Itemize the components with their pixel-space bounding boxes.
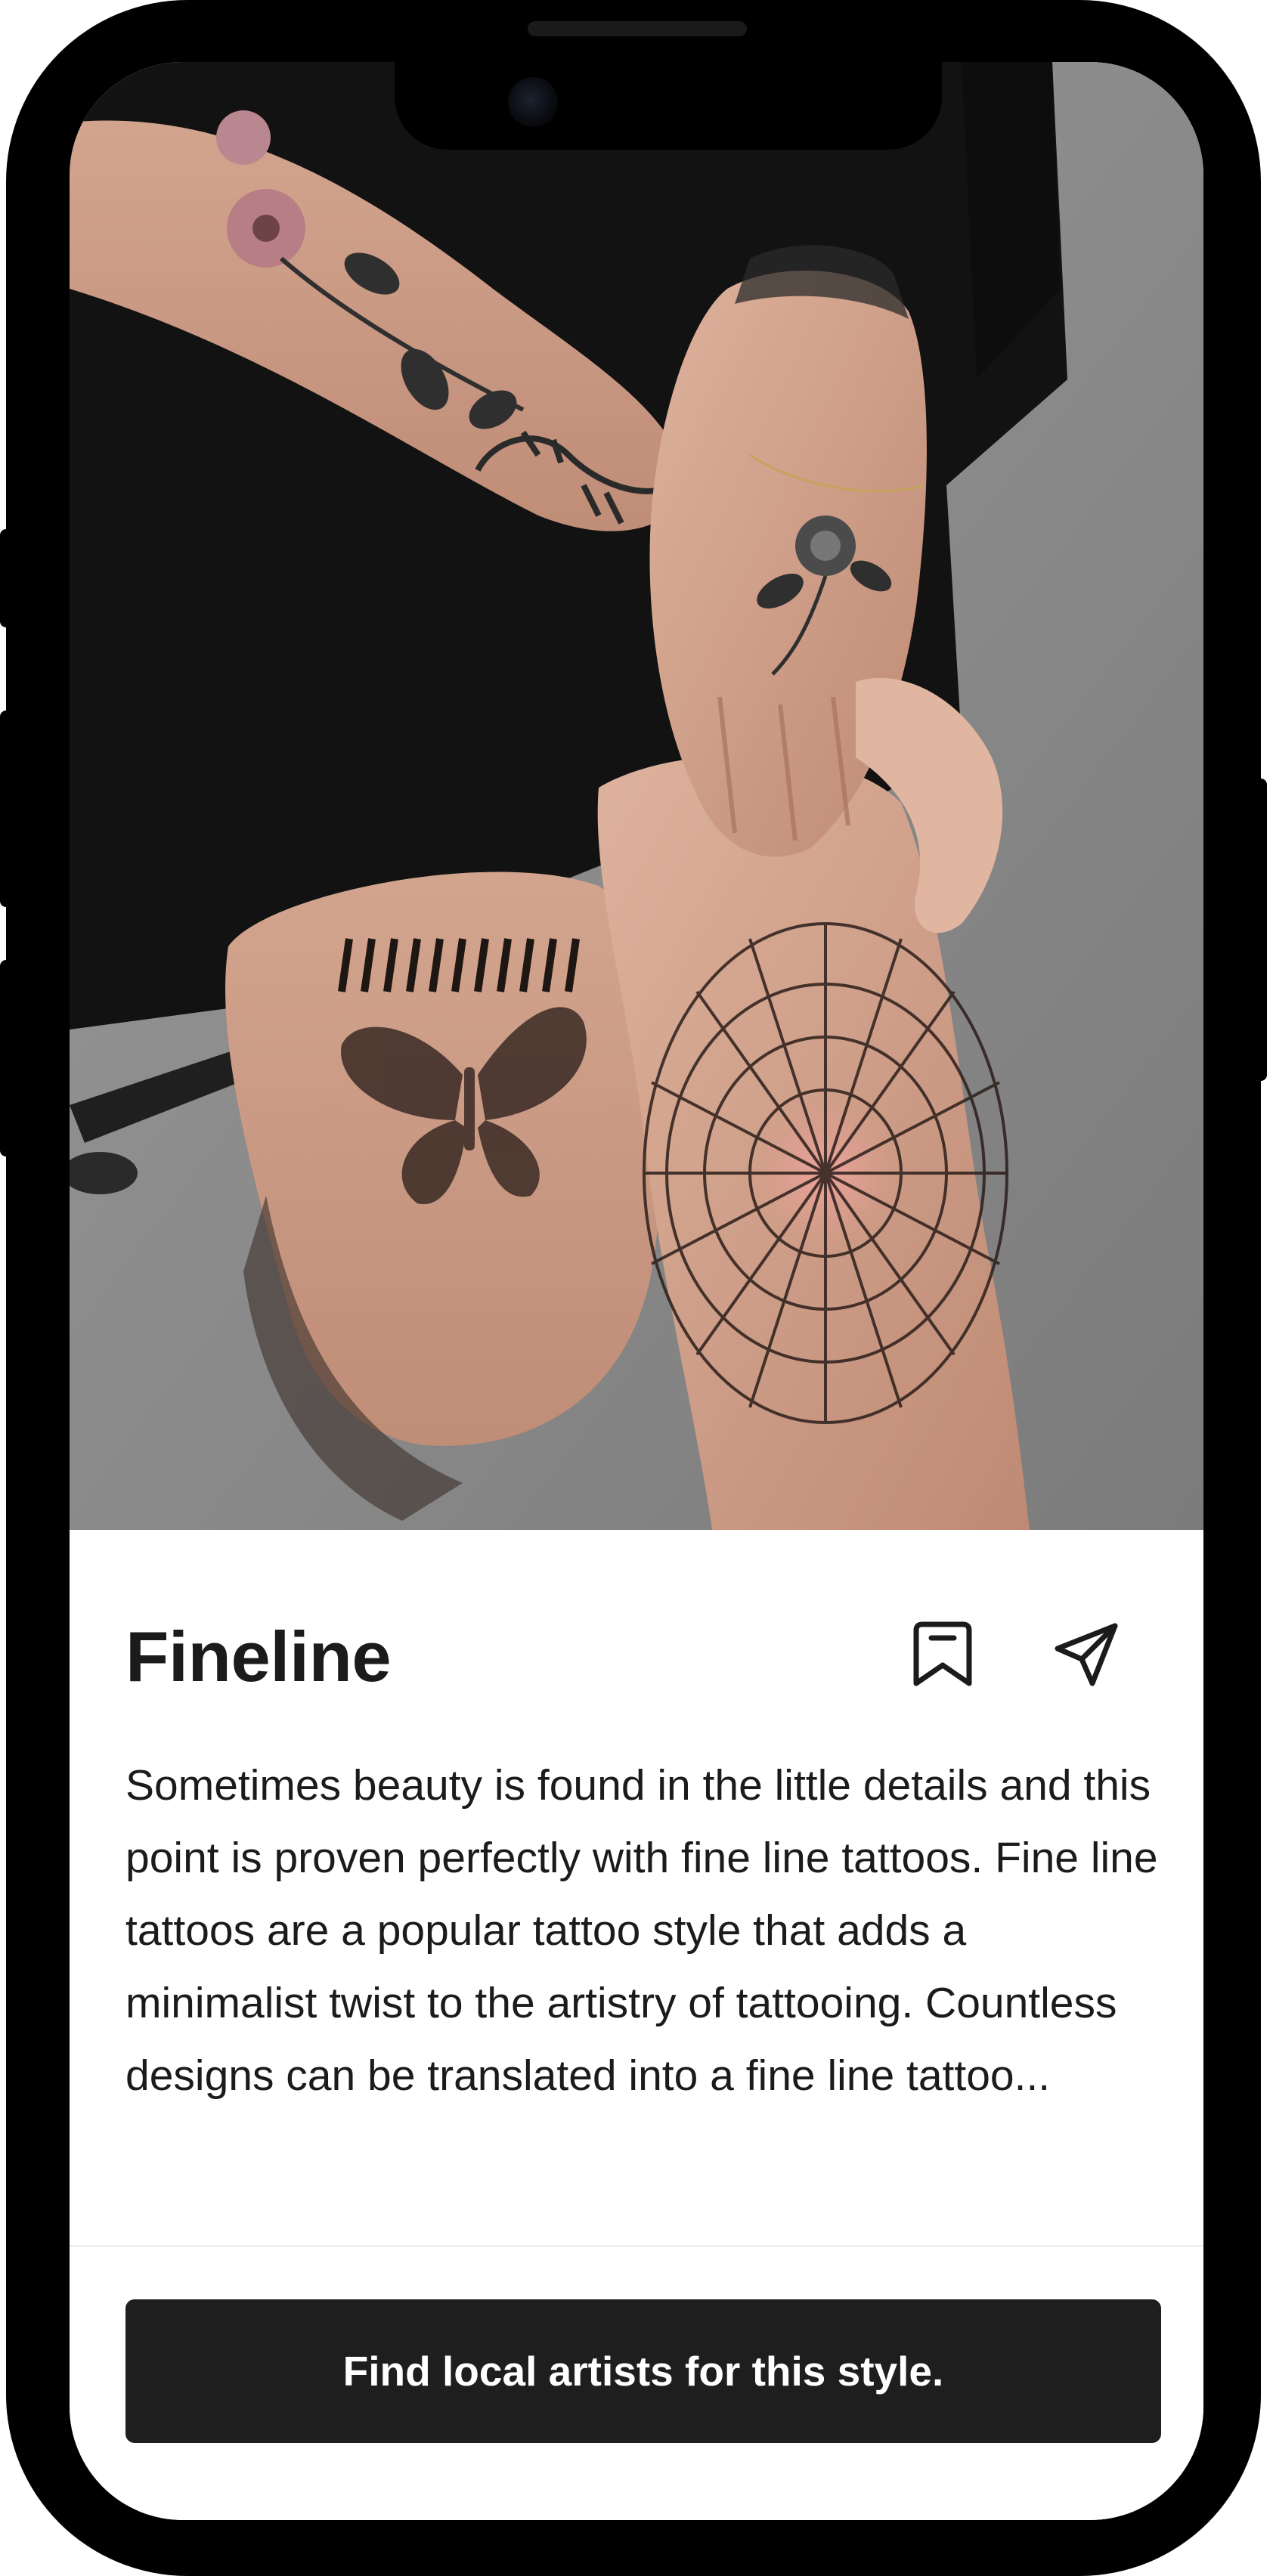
style-detail-card: Fineline Sometimes beauty is found in th…	[70, 1530, 1203, 2520]
share-button[interactable]	[1045, 1613, 1128, 1696]
notch	[395, 62, 942, 150]
speaker-grille	[528, 21, 747, 36]
power-button	[1255, 779, 1267, 1081]
style-description: Sometimes beauty is found in the little …	[125, 1761, 1158, 2100]
phone-screen: Fineline Sometimes beauty is found in th…	[70, 62, 1203, 2520]
find-local-artists-button[interactable]: Find local artists for this style.	[125, 2299, 1161, 2443]
volume-up-button	[0, 711, 12, 907]
bookmark-icon	[913, 1621, 972, 1686]
volume-down-button	[0, 960, 12, 1156]
style-photo	[70, 62, 1203, 1530]
bookmark-button[interactable]	[901, 1613, 984, 1696]
phone-frame: Fineline Sometimes beauty is found in th…	[0, 0, 1267, 2576]
tattoo-photo-illustration	[70, 62, 1203, 1530]
mute-switch	[0, 529, 12, 627]
front-camera	[508, 77, 558, 127]
divider	[70, 2245, 1203, 2247]
share-icon	[1055, 1623, 1118, 1686]
style-title: Fineline	[125, 1617, 392, 1696]
